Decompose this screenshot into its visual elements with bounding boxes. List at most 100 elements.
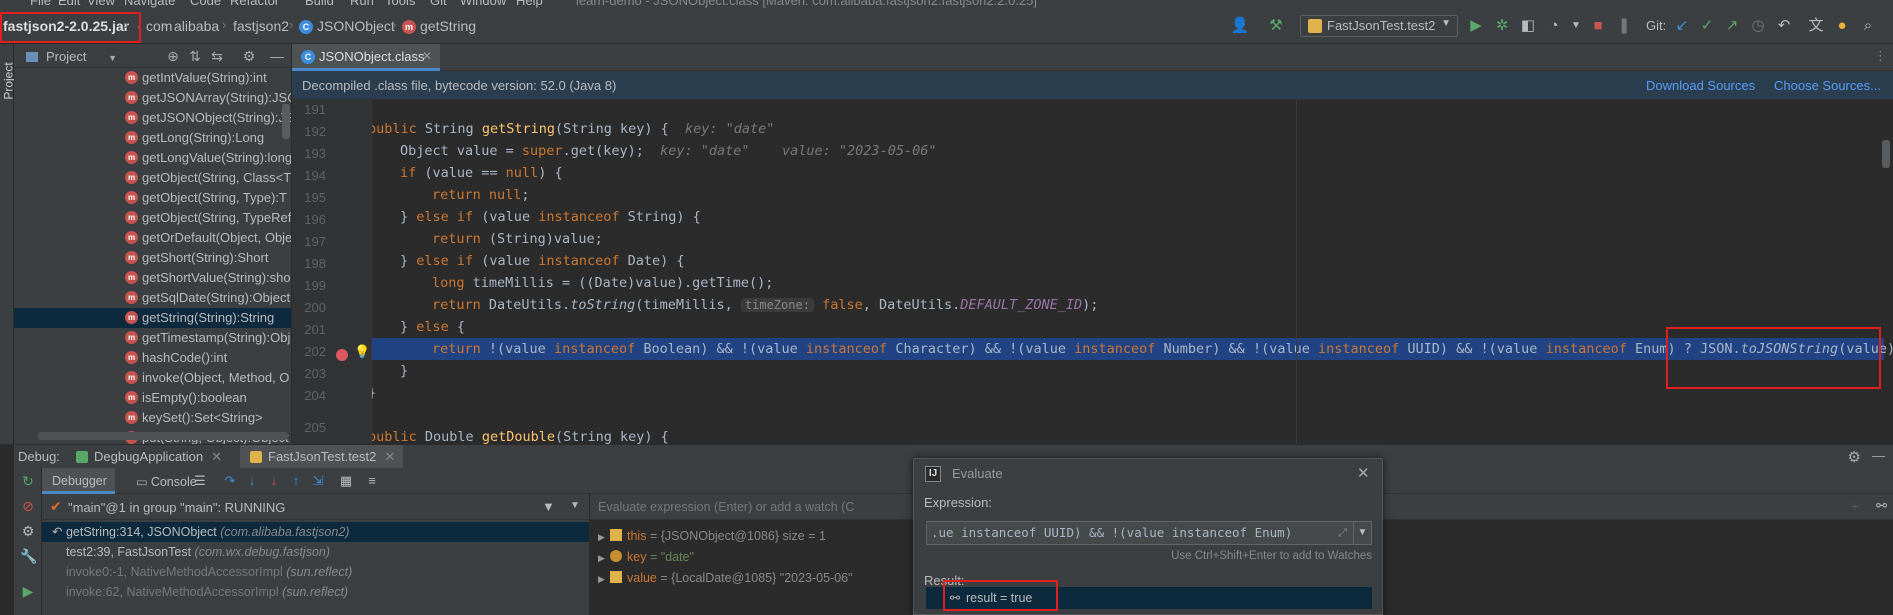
stop-debug-icon[interactable]: ⊘ [20,498,36,514]
tree-item[interactable]: m getJSONObject(String):JS [14,108,291,128]
search-icon[interactable]: ⌕ [1858,16,1878,36]
layout-icon[interactable]: ≡ [364,473,380,489]
tree-item[interactable]: m getSqlDate(String):Object [14,288,291,308]
tree-item[interactable]: m isEmpty():boolean [14,388,291,408]
thread-selector[interactable]: ✔ "main"@1 in group "main": RUNNING ▼ ▼ [42,494,589,520]
minimize-icon[interactable]: — [1872,448,1885,463]
gear-icon[interactable]: ⚙ [240,47,258,65]
chevron-down-icon[interactable]: ▼ [1566,16,1586,36]
git-push-icon[interactable]: ↗ [1722,16,1742,36]
close-icon[interactable]: ✕ [422,49,432,63]
history-icon[interactable]: ◷ [1748,16,1768,36]
expression-input[interactable]: .ue instanceof UUID) && !(value instance… [926,521,1354,545]
choose-sources-link[interactable]: Choose Sources... [1774,78,1881,93]
project-panel-title[interactable]: Project ▼ [26,49,117,64]
stack-frame[interactable]: invoke0:-1, NativeMethodAccessorImpl (su… [42,562,589,582]
menu-window[interactable]: Window [460,0,506,8]
rerun-icon[interactable]: ↻ [20,473,36,489]
tab-jsonobject-class[interactable]: C JSONObject.class ✕ [292,44,440,71]
tree-item[interactable]: m getObject(String, TypeRef [14,208,291,228]
menu-git[interactable]: Git [430,0,447,8]
tree-item[interactable]: m getObject(String, Class<T [14,168,291,188]
expand-icon[interactable]: ▶ [598,569,610,589]
menu-icon[interactable]: ☰ [192,473,208,489]
tree-item[interactable]: m invoke(Object, Method, O [14,368,291,388]
evaluate-icon[interactable]: ▦ [338,473,354,489]
tab-debugger[interactable]: Debugger [42,468,115,494]
run-icon[interactable]: ▶ [1466,16,1486,36]
expand-icon[interactable]: ⤢ [1338,522,1347,544]
build-hammer-icon[interactable]: ⚒ [1266,16,1286,36]
close-icon[interactable]: ✕ [211,449,222,464]
translate-icon[interactable]: 文 [1806,16,1826,36]
step-out-icon[interactable]: ↑ [288,473,304,489]
wrench-icon[interactable]: 🔧 [20,548,37,564]
locate-icon[interactable]: ⊕ [164,47,182,65]
user-icon[interactable]: 👤 [1230,16,1250,36]
expand-icon[interactable]: ▶ [598,527,610,547]
run-to-cursor-icon[interactable]: ⇲ [310,473,326,489]
tree-item[interactable]: m getOrDefault(Object, Obje [14,228,291,248]
stack-frame[interactable]: ↶ getString:314, JSONObject (com.alibaba… [42,522,589,542]
tree-item[interactable]: m getString(String):String [14,308,291,328]
profile-icon[interactable]: ◔ [1544,16,1564,36]
variable-value[interactable]: ▶ value = {LocalDate@1085} "2023-05-06" [598,568,853,588]
stack-frame[interactable]: invoke:62, NativeMethodAccessorImpl (sun… [42,582,589,602]
add-watch-icon[interactable]: + [1851,498,1859,514]
variable-this[interactable]: ▶ this = {JSONObject@1086} size = 1 [598,526,826,546]
tab-list-icon[interactable]: ⋮ [1874,48,1887,64]
git-update-icon[interactable]: ↙ [1672,16,1692,36]
git-commit-icon[interactable]: ✓ [1697,16,1717,36]
tree-item[interactable]: m hashCode():int [14,348,291,368]
expand-all-icon[interactable]: ⇅ [186,47,204,65]
breadcrumb-fastjson2[interactable]: fastjson2 [233,18,289,34]
tree-item[interactable]: m getJSONArray(String):JSO [14,88,291,108]
filter-icon[interactable]: ▼ [542,499,555,514]
settings-icon[interactable]: ⚙ [20,523,36,539]
stop-icon[interactable]: ■ [1588,16,1608,36]
tree-scrollbar[interactable] [282,104,290,139]
rollback-icon[interactable]: ↶ [1774,16,1794,36]
expand-icon[interactable]: ▶ [598,548,610,568]
tree-item[interactable]: m keySet():Set<String> [14,408,291,428]
stack-frame[interactable]: test2:39, FastJsonTest (com.wx.debug.fas… [42,542,589,562]
tree-item[interactable]: m getShort(String):Short [14,248,291,268]
menu-refactor[interactable]: Refactor [230,0,279,8]
collapse-all-icon[interactable]: ⇆ [208,47,226,65]
coverage-icon[interactable]: ◧ [1518,16,1538,36]
menu-run[interactable]: Run [350,0,374,8]
tree-item[interactable]: m getLongValue(String):long [14,148,291,168]
debug-tab-degbugapplication[interactable]: DegbugApplication ✕ [66,445,230,469]
menu-file[interactable]: File [30,0,51,8]
minimize-icon[interactable]: — [268,47,286,65]
pause-icon[interactable]: ❚ [1614,16,1634,36]
tree-item[interactable]: m getLong(String):Long [14,128,291,148]
lightbulb-icon[interactable]: 💡 [354,344,370,360]
menu-build[interactable]: Build [305,0,334,8]
menu-code[interactable]: Code [190,0,221,8]
force-step-into-icon[interactable]: ↓ [266,473,282,489]
step-over-icon[interactable]: ↷ [222,473,238,489]
gear-icon[interactable]: ⚙ [1848,448,1861,466]
avatar-icon[interactable]: ● [1832,16,1852,36]
menu-help[interactable]: Help [516,0,543,8]
close-icon[interactable]: ✕ [1357,464,1370,482]
breadcrumb-getstring[interactable]: m getString [402,18,476,34]
glasses-icon[interactable]: ⚯ [1876,498,1887,514]
menu-tools[interactable]: Tools [385,0,415,8]
resume-icon[interactable]: ▶ [20,583,36,599]
breakpoint-icon[interactable] [336,349,348,361]
download-sources-link[interactable]: Download Sources [1646,78,1755,93]
tree-item[interactable]: m getTimestamp(String):Obj [14,328,291,348]
breadcrumb-alibaba[interactable]: alibaba [174,18,219,34]
breadcrumb-jsonobject[interactable]: C JSONObject [299,18,395,34]
run-config-select[interactable]: FastJsonTest.test2 ▼ [1300,15,1458,37]
menu-edit[interactable]: Edit [58,0,80,8]
editor-scrollbar[interactable] [1882,140,1890,168]
code-editor[interactable]: public String getString(String key) { ke… [372,100,1893,444]
menu-navigate[interactable]: Navigate [124,0,175,8]
tree-item[interactable]: m getIntValue(String):int [14,68,291,88]
tree-horizontal-scrollbar[interactable] [38,432,288,440]
debug-tab-fastjsontest[interactable]: FastJsonTest.test2 ✕ [240,445,404,469]
debug-bug-icon[interactable]: ✲ [1492,16,1512,36]
